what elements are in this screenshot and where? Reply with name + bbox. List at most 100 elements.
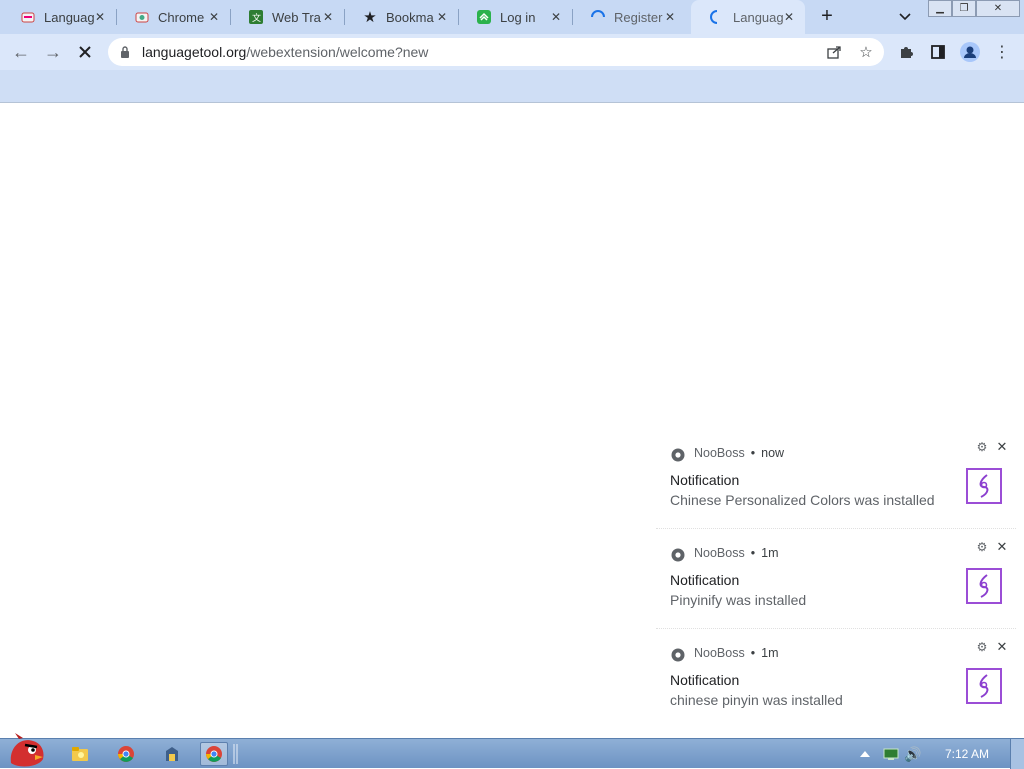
chrome-icon: [118, 746, 134, 762]
bookmarks-bar: [0, 70, 1024, 103]
close-icon[interactable]: ✕: [995, 439, 1009, 454]
start-button[interactable]: [4, 733, 48, 769]
url-host: languagetool.org: [142, 44, 247, 60]
gear-icon[interactable]: ⚙: [975, 540, 989, 554]
network-icon[interactable]: [880, 742, 902, 766]
star-icon: ★: [363, 9, 377, 26]
taskbar-chrome-active[interactable]: [200, 742, 228, 766]
new-tab-button[interactable]: +: [816, 5, 838, 27]
bookmark-star-icon[interactable]: ☆: [858, 44, 874, 61]
tab-search-icon[interactable]: [896, 8, 914, 26]
close-icon[interactable]: ✕: [320, 9, 336, 25]
close-icon[interactable]: ✕: [434, 9, 450, 25]
translate-icon: 文: [248, 9, 264, 25]
profile-avatar-icon[interactable]: [960, 42, 980, 62]
stop-icon: [79, 46, 91, 58]
close-icon[interactable]: ✕: [206, 9, 222, 25]
tab-title: Web Tra: [272, 9, 321, 25]
notification-card[interactable]: NooBoss • 1m Notification Pinyinify was in…: [656, 536, 1016, 629]
gear-icon[interactable]: ⚙: [975, 440, 989, 454]
notification-meta: NooBoss • 1m: [694, 646, 779, 660]
tray-expand-icon[interactable]: [856, 742, 874, 766]
stop-loading-button[interactable]: [74, 41, 96, 63]
tab-languagetool-active[interactable]: Languag ✕: [691, 0, 805, 34]
notification-title: Notification: [670, 472, 740, 488]
chrome-icon: [206, 746, 222, 762]
close-icon[interactable]: ✕: [781, 9, 797, 25]
tab-languagetool-1[interactable]: Languag ✕: [2, 0, 117, 34]
notification-meta: NooBoss • 1m: [694, 546, 779, 560]
taskbar-app[interactable]: [158, 742, 186, 766]
notification-app: NooBoss: [694, 646, 745, 660]
nooboss-extension-icon: [966, 468, 1002, 504]
close-icon[interactable]: ✕: [662, 9, 678, 25]
notification-divider: [656, 528, 1016, 529]
tab-strip: Languag ✕ Chrome ✕ 文 Web Tra ✕ ★ Bookma …: [0, 0, 1024, 34]
taskbar-chrome[interactable]: [112, 742, 140, 766]
chrome-webstore-icon: [134, 9, 150, 25]
nooboss-extension-icon: [966, 668, 1002, 704]
notification-divider: [656, 628, 1016, 629]
svg-text:文: 文: [252, 12, 261, 24]
notification-app: NooBoss: [694, 446, 745, 460]
close-icon[interactable]: ✕: [995, 539, 1009, 554]
address-bar[interactable]: languagetool.org/webextension/welcome?ne…: [108, 38, 884, 66]
folder-icon: [72, 747, 88, 761]
close-icon[interactable]: ✕: [548, 9, 564, 25]
notification-message: chinese pinyin was installed: [670, 692, 843, 708]
side-panel-icon[interactable]: [928, 42, 948, 62]
tab-log-in[interactable]: Log in ✕: [458, 0, 573, 34]
tab-title: Languag: [44, 9, 95, 25]
lock-icon: [121, 46, 129, 58]
app-icon: [166, 747, 178, 761]
chrome-app-icon: [671, 648, 685, 662]
close-icon[interactable]: ✕: [995, 639, 1009, 654]
taskbar: 🔊 7:12 AM: [0, 733, 1024, 769]
taskbar-gripper[interactable]: [232, 742, 240, 766]
notification-time: 1m: [761, 646, 779, 660]
notification-card[interactable]: NooBoss • 1m Notification chinese pinyin w…: [656, 636, 1016, 728]
angry-bird-icon: [10, 733, 44, 767]
tab-title: Chrome: [158, 9, 205, 25]
close-icon[interactable]: ✕: [92, 9, 108, 25]
notification-app: NooBoss: [694, 546, 745, 560]
notification-title: Notification: [670, 572, 740, 588]
notification-card[interactable]: NooBoss • now Notification Chinese Persona…: [656, 436, 1016, 529]
minimize-button[interactable]: ▁: [928, 0, 952, 17]
extensions-puzzle-icon[interactable]: [896, 42, 916, 62]
url-text[interactable]: languagetool.org/webextension/welcome?ne…: [142, 44, 428, 60]
show-desktop-button[interactable]: [1010, 739, 1024, 769]
gear-icon[interactable]: ⚙: [975, 640, 989, 654]
chrome-app-icon: [671, 548, 685, 562]
restore-button[interactable]: ❐: [952, 0, 976, 17]
forward-button[interactable]: →: [42, 41, 64, 63]
tab-title: Languag: [733, 9, 784, 25]
url-path: /webextension/welcome?new: [246, 44, 429, 60]
menu-kebab-icon[interactable]: ⋮: [992, 42, 1012, 62]
tab-register[interactable]: Register ✕: [572, 0, 686, 34]
loading-spinner-icon: [709, 9, 725, 25]
clock[interactable]: 7:12 AM: [945, 747, 989, 761]
feedly-icon: [476, 9, 492, 25]
notification-message: Pinyinify was installed: [670, 592, 807, 608]
tab-title: Bookma: [386, 9, 434, 25]
notification-meta: NooBoss • now: [694, 446, 785, 460]
back-button[interactable]: ←: [10, 41, 32, 63]
share-icon[interactable]: [826, 44, 842, 60]
chrome-app-icon: [671, 448, 685, 462]
tab-title: Log in: [500, 9, 536, 25]
window-close-button[interactable]: ✕: [976, 0, 1020, 17]
tab-web-translate[interactable]: 文 Web Tra ✕: [230, 0, 345, 34]
loading-spinner-icon: [590, 9, 606, 25]
volume-icon[interactable]: 🔊: [902, 742, 924, 766]
notification-time: 1m: [761, 546, 779, 560]
notification-time: now: [761, 446, 785, 460]
notification-message: Chinese Personalized Colors was installe…: [670, 492, 935, 508]
languagetool-icon: [20, 9, 36, 25]
tab-bookmarks[interactable]: ★ Bookma ✕: [344, 0, 459, 34]
taskbar-explorer[interactable]: [66, 742, 94, 766]
tab-title: Register: [614, 9, 663, 25]
browser-toolbar: ← → languagetool.org/webextension/welcom…: [0, 34, 1024, 70]
tab-chrome-webstore[interactable]: Chrome ✕: [116, 0, 231, 34]
notification-title: Notification: [670, 672, 740, 688]
